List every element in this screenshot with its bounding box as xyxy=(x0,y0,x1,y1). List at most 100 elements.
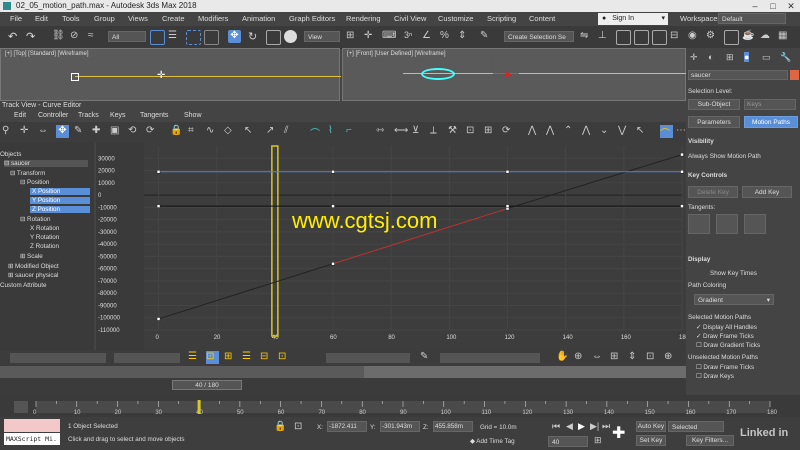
menu-group[interactable]: Group xyxy=(94,14,115,23)
frame-horizontal-icon[interactable]: ⊞ xyxy=(484,125,497,138)
tree-item-modified-object[interactable]: ⊞ Modified Object xyxy=(8,263,59,270)
workspaces-dropdown[interactable]: Default xyxy=(718,13,786,24)
rotate-icon[interactable]: ↻ xyxy=(248,30,261,43)
tree-item-rotation[interactable]: ⊟ Rotation xyxy=(20,216,51,223)
align-icon[interactable]: ⊥ xyxy=(598,30,611,43)
tangent-step-button[interactable] xyxy=(744,214,766,234)
redo-icon[interactable]: ↷ xyxy=(26,30,39,43)
tree-item-objects[interactable]: Objects xyxy=(0,151,21,158)
ease-curve-icon[interactable]: ⋀ xyxy=(582,125,595,138)
maxscript-input[interactable]: MAXScript Mi. xyxy=(4,433,60,445)
tree-item-custom-attribute[interactable]: Custom Attribute xyxy=(0,282,47,289)
tree-item-scale[interactable]: ⊞ Scale xyxy=(20,253,43,260)
param-in-icon[interactable]: ⌃ xyxy=(564,125,577,138)
undo-icon[interactable]: ↶ xyxy=(8,30,21,43)
key-mode-dropdown[interactable]: Selected xyxy=(668,421,724,432)
param-out-icon[interactable]: ⋀ xyxy=(546,125,559,138)
close-button[interactable]: ✕ xyxy=(782,0,800,12)
modify-tab-icon[interactable]: ◐ xyxy=(708,52,713,62)
lock-selection-icon[interactable]: 🔒 xyxy=(170,125,183,138)
rect-selection-icon[interactable] xyxy=(186,30,201,45)
bind-space-warp-icon[interactable]: ≈ xyxy=(88,30,101,43)
menu-create[interactable]: Create xyxy=(162,14,185,23)
region-keys-icon[interactable]: ▣ xyxy=(110,125,123,138)
curve-graph-svg[interactable]: 3000020000100000-10000-20000-30000-40000… xyxy=(96,142,686,350)
lock-tangents-icon[interactable]: ⫽ xyxy=(284,125,297,138)
create-tab-icon[interactable]: ✛ xyxy=(690,52,698,63)
tangent-linear-icon[interactable]: ⊻ xyxy=(412,125,425,138)
motion-tab-icon[interactable]: ● xyxy=(744,52,750,62)
show-tangents-icon[interactable]: ↗ xyxy=(266,125,279,138)
tangent-step-icon[interactable]: ⟷ xyxy=(394,125,408,138)
key-value-field[interactable] xyxy=(326,353,410,363)
isolate-curve-icon[interactable]: ⋀ xyxy=(528,125,541,138)
tree-item-saucer-physical[interactable]: ⊞ saucer physical xyxy=(8,272,58,279)
pan-icon[interactable]: ✋ xyxy=(556,351,569,364)
tree-item-x-position[interactable]: X Position xyxy=(30,188,90,195)
scene-explorer-icon[interactable] xyxy=(634,30,649,45)
unlink-icon[interactable]: ⊘ xyxy=(70,30,83,43)
tree-item-x-rotation[interactable]: X Rotation xyxy=(30,225,59,232)
viewport-top[interactable]: [+] [Top] [Standard] [Wireframe] ✛ xyxy=(0,48,341,101)
key-controls-rollout[interactable]: Key Controls xyxy=(688,172,727,179)
tree-item-transform[interactable]: ⊟ Transform xyxy=(10,170,45,177)
frame-ruler[interactable]: 0102030405060708090100110120130140150160… xyxy=(0,395,800,417)
zoom-icon[interactable]: ⋯ xyxy=(676,125,689,138)
always-show-checkbox[interactable]: Always Show Motion Path xyxy=(688,153,761,160)
draw-frame-ticks-2-checkbox[interactable]: ☐ Draw Frame Ticks xyxy=(696,364,754,371)
value-field[interactable] xyxy=(440,353,540,363)
snap-3d-icon[interactable]: 3ⁿ xyxy=(404,30,417,43)
reference-coord-dropdown[interactable]: View xyxy=(304,31,340,42)
ce-menu-edit[interactable]: Edit xyxy=(14,112,26,119)
ce-menu-show[interactable]: Show xyxy=(184,112,202,119)
key-filters-button[interactable]: Key Filters... xyxy=(686,435,734,446)
go-to-start-icon[interactable]: ⏮ xyxy=(552,421,565,434)
maximize-button[interactable]: □ xyxy=(764,0,782,12)
motion-paths-button[interactable]: Motion Paths xyxy=(744,116,798,128)
retime-icon[interactable]: ⟲ xyxy=(128,125,141,138)
type-in-icon[interactable]: ✎ xyxy=(420,351,433,364)
auto-key-button[interactable]: Auto Key xyxy=(636,421,666,432)
ce-menu-controller[interactable]: Controller xyxy=(38,112,68,119)
saucer-object[interactable] xyxy=(421,68,455,80)
edit-named-sel-icon[interactable]: ✎ xyxy=(480,30,493,43)
tangent-fast-icon[interactable]: ⌐ xyxy=(346,125,359,138)
select-by-name-icon[interactable]: ☰ xyxy=(168,30,181,43)
frame-icon[interactable]: ⊡ xyxy=(646,351,659,364)
parameters-button[interactable]: Parameters xyxy=(688,116,740,128)
ce-menu-tracks[interactable]: Tracks xyxy=(78,112,99,119)
display-rollout[interactable]: Display xyxy=(688,256,710,263)
named-selection-dropdown[interactable]: Create Selection Se xyxy=(504,31,574,42)
add-time-tag-button[interactable]: ◆ Add Time Tag xyxy=(470,438,515,445)
set-key-button[interactable]: Set Key xyxy=(636,435,666,446)
select-all-icon[interactable]: ↖ xyxy=(244,125,257,138)
add-key-button[interactable]: Add Key xyxy=(742,186,792,198)
draw-keys-checkbox[interactable]: ☐ Draw Keys xyxy=(696,373,734,380)
zoom-extents-icon[interactable]: ⊕ xyxy=(574,351,587,364)
tangent-spline-icon[interactable]: ⌇ xyxy=(328,125,341,138)
z-coord-field[interactable]: 455.858m xyxy=(433,421,473,432)
time-slider[interactable]: 40 / 180 xyxy=(172,380,242,390)
spinner-snap-icon[interactable]: ⇕ xyxy=(458,30,471,43)
lock-selection-icon[interactable]: 🔒 xyxy=(274,421,287,434)
utilities-tab-icon[interactable]: 🔧 xyxy=(780,52,791,63)
break-tangents-icon[interactable]: ⚒ xyxy=(448,125,461,138)
display-all-handles-checkbox[interactable]: ✓ Display All Handles xyxy=(696,324,757,331)
show-keyable-icon[interactable]: ◇ xyxy=(224,125,237,138)
tree-item-saucer[interactable]: ⊟ saucer xyxy=(4,160,88,167)
placement-icon[interactable] xyxy=(284,30,297,43)
keyboard-shortcut-icon[interactable]: ⌨ xyxy=(382,30,396,43)
move-keys-icon[interactable]: ✛ xyxy=(20,125,33,138)
sub-object-button[interactable]: Sub-Object xyxy=(688,99,740,110)
x-coord-field[interactable]: -1872.411 xyxy=(327,421,367,432)
signin-button[interactable]: ● Sign In ▾ xyxy=(598,13,668,25)
keys-dropdown[interactable]: Keys xyxy=(744,99,796,110)
tangent-auto-icon[interactable]: ⌒ xyxy=(310,125,323,140)
render-setup-icon[interactable]: ⚙ xyxy=(706,30,719,43)
tree-item-z-position[interactable]: Z Position xyxy=(30,206,90,213)
maxscript-listener[interactable] xyxy=(4,419,60,432)
snap-frames-icon[interactable]: ⌗ xyxy=(188,125,201,138)
menu-customize[interactable]: Customize xyxy=(438,14,473,23)
filters-icon[interactable]: ⚲ xyxy=(2,125,15,138)
curve-editor-icon[interactable] xyxy=(652,30,667,45)
